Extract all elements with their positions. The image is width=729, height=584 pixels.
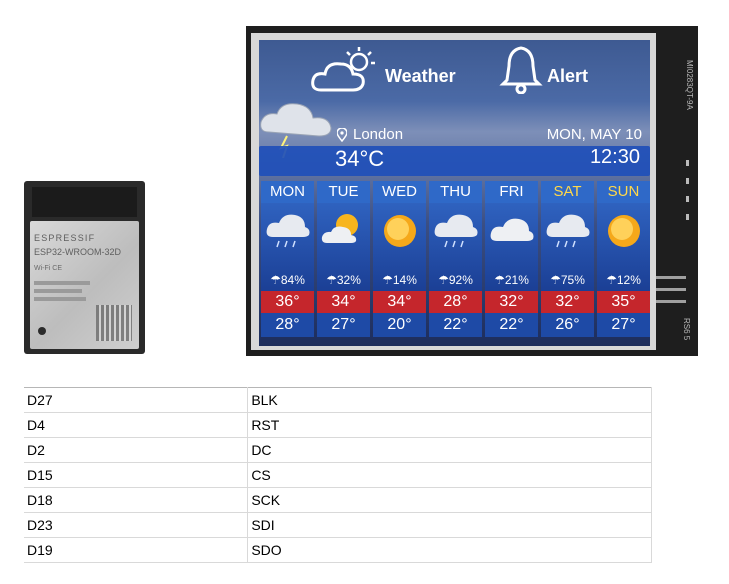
low-temperature: 26° [541,313,594,337]
sun-cloud-icon [311,47,375,92]
esp32-module-image: ESPRESSIF ESP32-WROOM-32D Wi-Fi CE [24,181,145,354]
current-date: MON, MAY 10 [546,126,642,143]
forecast-day: FRI ☂21% 32° 22° [485,181,538,341]
board-trace [656,288,686,291]
storm-cloud-icon [266,214,310,248]
table-row: D19 SDO [24,537,652,563]
forecast-day: SUN ☂12% 35° 27° [597,181,650,341]
board-bottom-label: RS6 5 [682,318,691,341]
tft-pin-cell: SCK [247,487,652,513]
day-name: MON [261,181,314,203]
alert-title: Alert [547,66,589,86]
table-row: D2 DC [24,437,652,463]
tft-pin-cell: DC [247,437,652,463]
day-name: SUN [597,181,650,203]
high-temperature: 34° [317,291,370,313]
tft-pin-cell: BLK [247,387,652,413]
forecast-day: SAT ☂75% 32° 26° [541,181,594,341]
high-temperature: 35° [597,291,650,313]
rain-chance: ☂12% [606,273,641,287]
current-time: 12:30 [589,146,640,168]
table-row: D27 BLK [24,387,652,413]
board-pin [686,214,689,220]
module-fine-print [34,289,82,293]
weather-title: Weather [385,66,456,86]
forecast-strip: MON ☂84% 36° 28° TUE ☂32% 34° 27° WED ☂1… [261,181,650,341]
day-name: WED [373,181,426,203]
table-row: D4 RST [24,412,652,438]
module-fine-print [34,281,90,285]
day-name: TUE [317,181,370,203]
esp-pin-cell: D19 [24,537,249,563]
module-pin1-marker [38,327,46,335]
partly-sunny-icon [321,214,358,243]
board-pin [686,160,689,166]
rain-chance: ☂75% [550,273,585,287]
module-cert: Wi-Fi CE [34,265,62,272]
bell-icon [499,46,543,94]
module-fine-print [34,297,86,301]
day-name: FRI [485,181,538,203]
sun-icon [384,215,416,247]
table-row: D23 SDI [24,512,652,538]
current-temperature: 34°C [335,146,385,171]
location-pin-icon [337,128,347,142]
rain-chance: ☂92% [438,273,473,287]
rain-chance: ☂84% [270,273,305,287]
module-model: ESP32-WROOM-32D [34,247,122,257]
sun-icon [608,215,640,247]
low-temperature: 27° [317,313,370,337]
forecast-day: MON ☂84% 36° 28° [261,181,314,341]
low-temperature: 20° [373,313,426,337]
cloud-icon [490,218,534,241]
table-row: D15 CS [24,462,652,488]
day-name: THU [429,181,482,203]
pin-mapping-table: D27 BLK D4 RST D2 DC D15 CS D18 SCK D23 … [24,387,652,563]
high-temperature: 36° [261,291,314,313]
esp-pin-cell: D2 [24,437,249,463]
rain-chance: ☂32% [326,273,361,287]
forecast-day: THU ☂92% 28° 22° [429,181,482,341]
low-temperature: 27° [597,313,650,337]
rain-chance: ☂21% [494,273,529,287]
day-name: SAT [541,181,594,203]
low-temperature: 22° [429,313,482,337]
tft-pin-cell: CS [247,462,652,488]
tft-pin-cell: SDO [247,537,652,563]
high-temperature: 32° [541,291,594,313]
storm-cloud-icon [434,214,478,248]
esp-pin-cell: D18 [24,487,249,513]
esp-pin-cell: D4 [24,412,249,438]
forecast-day: TUE ☂32% 34° 27° [317,181,370,341]
board-pin [686,196,689,202]
qr-code-icon [96,305,132,341]
module-antenna [32,187,137,217]
storm-cloud-icon [546,214,590,248]
low-temperature: 22° [485,313,538,337]
tft-pin-cell: RST [247,412,652,438]
esp-pin-cell: D15 [24,462,249,488]
high-temperature: 28° [429,291,482,313]
module-brand: ESPRESSIF [34,233,96,243]
esp-pin-cell: D23 [24,512,249,538]
high-temperature: 34° [373,291,426,313]
rain-chance: ☂14% [382,273,417,287]
board-side-label: MI0283QT-9A [685,60,694,110]
board-pin [686,178,689,184]
low-temperature: 28° [261,313,314,337]
location-name: London [353,126,404,143]
table-row: D18 SCK [24,487,652,513]
weather-screen: Weather Alert London MON, MAY 10 34°C 12… [259,40,650,346]
high-temperature: 32° [485,291,538,313]
tft-pin-cell: SDI [247,512,652,538]
forecast-day: WED ☂14% 34° 20° [373,181,426,341]
board-trace [656,276,686,279]
esp-pin-cell: D27 [24,387,249,413]
board-trace [656,300,686,303]
